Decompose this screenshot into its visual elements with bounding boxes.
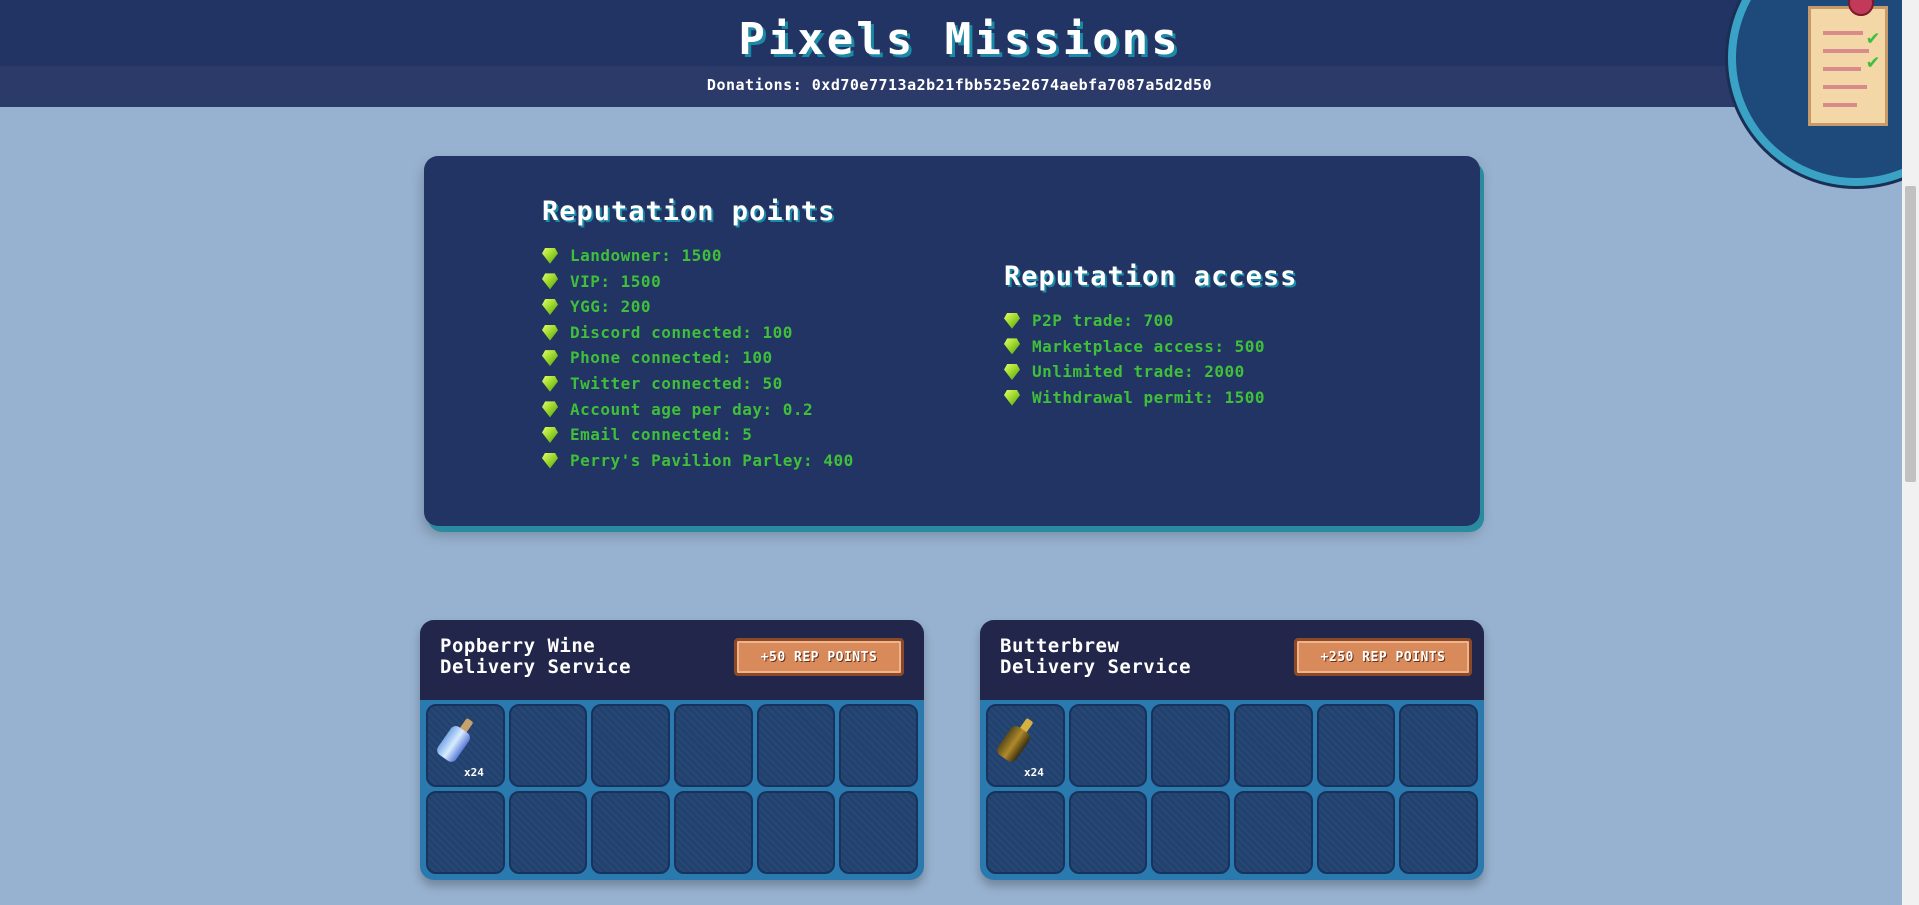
item-slot[interactable] xyxy=(839,704,918,787)
gem-icon xyxy=(1004,312,1020,329)
list-item: Unlimited trade: 2000 xyxy=(1004,359,1297,385)
list-item: Phone connected: 100 xyxy=(542,345,854,371)
item-slot[interactable] xyxy=(673,704,753,787)
reward-button[interactable]: +50 REP POINTS xyxy=(734,638,904,676)
reputation-access-section: Reputation access P2P trade: 700 Marketp… xyxy=(1004,261,1297,410)
item-slot[interactable] xyxy=(756,791,836,874)
item-grid: x24 xyxy=(986,704,1478,874)
gem-icon xyxy=(542,273,558,290)
gem-icon xyxy=(1004,363,1020,380)
item-slot[interactable] xyxy=(986,791,1065,874)
item-slot[interactable] xyxy=(839,791,918,874)
reward-button[interactable]: +250 REP POINTS xyxy=(1294,638,1472,676)
check-icon: ✔ xyxy=(1866,49,1879,73)
gem-icon xyxy=(542,375,558,392)
list-item: YGG: 200 xyxy=(542,294,854,320)
gem-icon xyxy=(1004,338,1020,355)
item-slot[interactable] xyxy=(1068,704,1148,787)
list-item: Marketplace access: 500 xyxy=(1004,334,1297,360)
item-slot[interactable] xyxy=(1399,791,1478,874)
gem-icon xyxy=(542,401,558,418)
item-slot[interactable] xyxy=(673,791,753,874)
list-item: Withdrawal permit: 1500 xyxy=(1004,385,1297,411)
item-slot[interactable] xyxy=(1399,704,1478,787)
item-slot[interactable] xyxy=(508,791,588,874)
page-scrollbar[interactable] xyxy=(1902,0,1919,905)
item-slot[interactable]: x24 xyxy=(986,704,1065,787)
reputation-points-list: Landowner: 1500 VIP: 1500 YGG: 200 Disco… xyxy=(542,243,854,473)
item-slot[interactable] xyxy=(1151,704,1230,787)
donations-address[interactable]: Donations: 0xd70e7713a2b21fbb525e2674aeb… xyxy=(0,76,1919,94)
popberry-wine-bottle-icon xyxy=(434,714,479,765)
check-icon: ✔ xyxy=(1866,25,1879,49)
item-slot[interactable] xyxy=(591,704,670,787)
mission-title: Popberry Wine Delivery Service xyxy=(440,635,632,678)
item-slot[interactable] xyxy=(426,791,505,874)
missions-badge[interactable]: ✔ ✔ xyxy=(1728,0,1919,186)
list-item: Perry's Pavilion Parley: 400 xyxy=(542,448,854,474)
list-item: Discord connected: 100 xyxy=(542,320,854,346)
item-grid: x24 xyxy=(426,704,918,874)
gem-icon xyxy=(542,247,558,264)
page-title: Pixels Missions xyxy=(738,14,1181,65)
item-quantity: x24 xyxy=(464,766,484,779)
item-slot[interactable] xyxy=(756,704,836,787)
gem-icon xyxy=(542,324,558,341)
item-slot[interactable] xyxy=(1151,791,1230,874)
item-slot[interactable] xyxy=(1316,791,1396,874)
list-item: Email connected: 5 xyxy=(542,422,854,448)
gem-icon xyxy=(542,298,558,315)
scrollbar-thumb[interactable] xyxy=(1905,186,1916,482)
mission-card-header: Butterbrew Delivery Service +250 REP POI… xyxy=(980,620,1484,700)
gem-icon xyxy=(542,452,558,469)
quest-scroll-icon: ✔ ✔ xyxy=(1808,6,1888,126)
reputation-access-list: P2P trade: 700 Marketplace access: 500 U… xyxy=(1004,308,1297,410)
reputation-panel: Reputation points Landowner: 1500 VIP: 1… xyxy=(424,156,1480,526)
gem-icon xyxy=(542,350,558,367)
item-slot[interactable] xyxy=(591,791,670,874)
reputation-points-section: Reputation points Landowner: 1500 VIP: 1… xyxy=(542,196,854,473)
reputation-access-heading: Reputation access xyxy=(1004,261,1298,292)
item-slot[interactable] xyxy=(1233,704,1313,787)
mission-card-butterbrew[interactable]: Butterbrew Delivery Service +250 REP POI… xyxy=(980,620,1484,880)
item-slot[interactable] xyxy=(508,704,588,787)
butterbrew-bottle-icon xyxy=(994,714,1039,765)
mission-card-popberry-wine[interactable]: Popberry Wine Delivery Service +50 REP P… xyxy=(420,620,924,880)
gem-icon xyxy=(542,426,558,443)
item-quantity: x24 xyxy=(1024,766,1044,779)
list-item: P2P trade: 700 xyxy=(1004,308,1297,334)
item-slot[interactable]: x24 xyxy=(426,704,505,787)
item-slot[interactable] xyxy=(1316,704,1396,787)
item-slot[interactable] xyxy=(1233,791,1313,874)
reputation-points-heading: Reputation points xyxy=(542,196,836,227)
gem-icon xyxy=(1004,389,1020,406)
list-item: Account age per day: 0.2 xyxy=(542,397,854,423)
list-item: VIP: 1500 xyxy=(542,269,854,295)
list-item: Landowner: 1500 xyxy=(542,243,854,269)
list-item: Twitter connected: 50 xyxy=(542,371,854,397)
mission-card-header: Popberry Wine Delivery Service +50 REP P… xyxy=(420,620,924,700)
item-slot[interactable] xyxy=(1068,791,1148,874)
mission-title: Butterbrew Delivery Service xyxy=(1000,635,1192,678)
